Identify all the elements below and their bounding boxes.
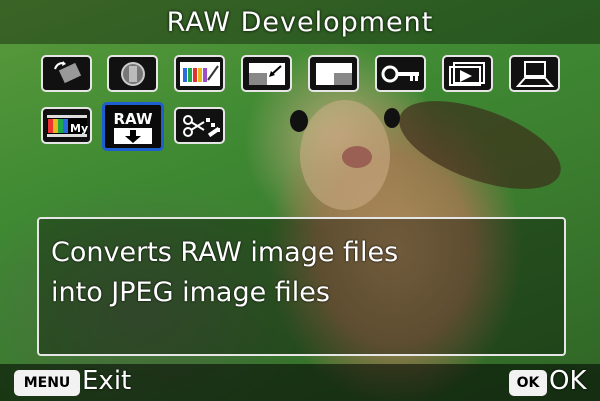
title-bar: RAW Development — [0, 0, 600, 44]
movie-edit-button[interactable] — [174, 107, 225, 144]
color-palette-icon — [179, 61, 220, 86]
raw-development-icon: RAW — [113, 110, 153, 144]
rotate-image-icon — [53, 60, 81, 83]
protect-button[interactable] — [375, 55, 426, 92]
ok-action-label: OK — [549, 366, 587, 396]
background-photo-shade — [384, 108, 400, 128]
ok-key-label: OK — [516, 375, 540, 391]
menu-key-badge[interactable]: MENU — [14, 370, 80, 396]
playback-screen: RAW Development My RAW Converts RAW imag… — [0, 0, 600, 401]
resize-button[interactable] — [241, 55, 292, 92]
resize-icon — [248, 62, 285, 85]
page-title: RAW Development — [166, 6, 434, 38]
raw-development-button[interactable]: RAW — [102, 102, 164, 151]
cropping-button[interactable] — [308, 55, 359, 92]
digital-filter-button[interactable] — [107, 55, 158, 92]
raw-label: RAW — [113, 110, 152, 128]
my-label: My — [70, 122, 88, 135]
background-photo-shade — [342, 146, 372, 168]
description-line-2: into JPEG image files — [51, 277, 330, 308]
slideshow-icon — [448, 61, 485, 86]
rotate-image-button[interactable] — [41, 55, 92, 92]
color-moire-correction-icon: My — [46, 114, 88, 137]
menu-key-label: MENU — [23, 375, 71, 391]
protect-key-icon — [381, 65, 419, 82]
digital-filter-icon — [120, 61, 145, 86]
description-line-1: Converts RAW image files — [51, 237, 399, 268]
background-photo-shade — [388, 83, 572, 207]
start-up-screen-button[interactable] — [509, 55, 560, 92]
background-photo-shade — [290, 110, 308, 132]
color-moire-correction-button[interactable]: My — [41, 107, 92, 144]
ok-key-badge[interactable]: OK — [509, 370, 547, 396]
exit-label: Exit — [82, 366, 132, 396]
movie-edit-icon — [182, 114, 220, 137]
description-panel: Converts RAW image files into JPEG image… — [37, 217, 566, 356]
cropping-icon — [315, 62, 352, 85]
footer-bar: MENU Exit OK OK — [0, 364, 600, 401]
save-as-start-up-screen-icon — [515, 60, 554, 87]
color-palette-button[interactable] — [174, 55, 225, 92]
slideshow-button[interactable] — [442, 55, 493, 92]
